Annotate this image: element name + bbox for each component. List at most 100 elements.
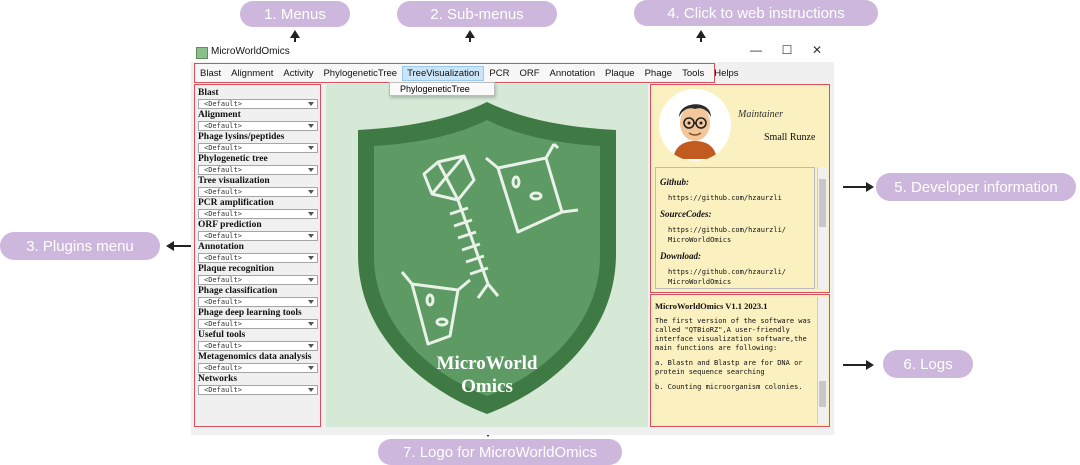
- callout-web-instructions: 4. Click to web instructions: [634, 0, 878, 26]
- avatar: [659, 89, 731, 161]
- source-label: SourceCodes:: [660, 209, 712, 219]
- plugin-select-value: <Default>: [204, 320, 242, 328]
- menu-pcr[interactable]: PCR: [484, 66, 514, 81]
- app-window: MicroWorldOmics — ☐ ✕ Blast Alignment Ac…: [191, 42, 834, 435]
- log-version: MicroWorldOmics V1.1 2023.1: [655, 301, 768, 311]
- arrow-developer: [843, 186, 867, 188]
- download-link[interactable]: https://github.com/hzaurzli/ MicroWorldO…: [660, 267, 810, 287]
- window-title: MicroWorldOmics: [211, 46, 290, 57]
- arrow-plugins: [174, 245, 192, 247]
- scroll-thumb[interactable]: [819, 179, 826, 227]
- plugin-select-value: <Default>: [204, 100, 242, 108]
- plugin-title-networks: Networks: [198, 374, 238, 384]
- log-paragraph-3: b. Counting microorganism colonies.: [655, 383, 803, 391]
- callout-submenus: 2. Sub-menus: [397, 1, 557, 27]
- plugin-select-value: <Default>: [204, 144, 242, 152]
- plugin-select-phage-lysins[interactable]: <Default>: [198, 143, 318, 153]
- logo-text-line2: Omics: [461, 376, 513, 397]
- menu-blast[interactable]: Blast: [195, 66, 226, 81]
- plugin-select-annotation[interactable]: <Default>: [198, 253, 318, 263]
- source-link[interactable]: https://github.com/hzaurzli/ MicroWorldO…: [660, 225, 810, 245]
- plugin-select-orf[interactable]: <Default>: [198, 231, 318, 241]
- chevron-down-icon: [308, 256, 314, 260]
- menu-helps[interactable]: Helps: [709, 66, 743, 81]
- menu-tools[interactable]: Tools: [677, 66, 709, 81]
- download-label: Download:: [660, 251, 702, 261]
- developer-scrollbar[interactable]: [817, 167, 827, 289]
- title-bar: MicroWorldOmics — ☐ ✕: [191, 42, 834, 62]
- log-text: MicroWorldOmics V1.1 2023.1 The first ve…: [655, 298, 815, 425]
- logs-scrollbar[interactable]: [817, 297, 827, 424]
- scroll-thumb[interactable]: [819, 381, 826, 407]
- chevron-down-icon: [308, 278, 314, 282]
- menu-plaque[interactable]: Plaque: [600, 66, 640, 81]
- menu-phylogenetic-tree[interactable]: PhylogeneticTree: [318, 66, 402, 81]
- plugin-title-metagenomics: Metagenomics data analysis: [198, 352, 312, 362]
- submenu-item-phylogenetic-tree[interactable]: PhylogeneticTree: [400, 84, 470, 94]
- plugin-select-blast[interactable]: <Default>: [198, 99, 318, 109]
- plugin-select-value: <Default>: [204, 166, 242, 174]
- plugin-select-pcr[interactable]: <Default>: [198, 209, 318, 219]
- plugin-title-annotation: Annotation: [198, 242, 244, 252]
- plugin-title-phage-lysins: Phage lysins/peptides: [198, 132, 285, 142]
- plugin-title-pcr: PCR amplification: [198, 198, 274, 208]
- developer-panel: Maintainer Small Runze Github: https://g…: [650, 84, 830, 293]
- logo-area: MicroWorld Omics: [326, 84, 648, 427]
- plugin-title-alignment: Alignment: [198, 110, 241, 120]
- maximize-button[interactable]: ☐: [779, 43, 795, 57]
- plugin-select-value: <Default>: [204, 122, 242, 130]
- menu-bar: Blast Alignment Activity PhylogeneticTre…: [194, 63, 739, 83]
- plugin-select-alignment[interactable]: <Default>: [198, 121, 318, 131]
- github-link[interactable]: https://github.com/hzaurzli: [660, 193, 810, 203]
- app-icon: [196, 47, 208, 59]
- arrow-logs: [843, 364, 867, 366]
- plugin-select-phage-classification[interactable]: <Default>: [198, 297, 318, 307]
- menu-phage[interactable]: Phage: [640, 66, 677, 81]
- chevron-down-icon: [308, 168, 314, 172]
- plugin-select-value: <Default>: [204, 254, 242, 262]
- arrowhead-logs: [866, 360, 874, 370]
- plugin-title-tree-visualization: Tree visualization: [198, 176, 270, 186]
- developer-links-box: Github: https://github.com/hzaurzli Sour…: [655, 167, 815, 289]
- plugin-select-useful-tools[interactable]: <Default>: [198, 341, 318, 351]
- arrowhead-web: [696, 30, 706, 38]
- plugin-select-value: <Default>: [204, 232, 242, 240]
- plugin-title-blast: Blast: [198, 88, 219, 98]
- menu-activity[interactable]: Activity: [278, 66, 318, 81]
- log-paragraph-1: The first version of the software was ca…: [655, 317, 811, 352]
- close-button[interactable]: ✕: [809, 43, 825, 57]
- chevron-down-icon: [308, 388, 314, 392]
- chevron-down-icon: [308, 146, 314, 150]
- callout-developer-info: 5. Developer information: [876, 173, 1076, 201]
- chevron-down-icon: [308, 366, 314, 370]
- plugin-select-value: <Default>: [204, 210, 242, 218]
- arrowhead-plugins: [166, 241, 174, 251]
- plugin-title-orf: ORF prediction: [198, 220, 262, 230]
- plugin-select-phylogenetic-tree[interactable]: <Default>: [198, 165, 318, 175]
- plugin-title-plaque-recognition: Plaque recognition: [198, 264, 275, 274]
- menu-alignment[interactable]: Alignment: [226, 66, 278, 81]
- minimize-button[interactable]: —: [748, 43, 764, 57]
- callout-menus: 1. Menus: [240, 1, 350, 27]
- logs-panel: MicroWorldOmics V1.1 2023.1 The first ve…: [650, 294, 830, 427]
- arrowhead-menus: [290, 30, 300, 38]
- chevron-down-icon: [308, 102, 314, 106]
- log-paragraph-2: a. Blastn and Blastp are for DNA or prot…: [655, 359, 803, 376]
- chevron-down-icon: [308, 124, 314, 128]
- chevron-down-icon: [308, 190, 314, 194]
- plugin-select-plaque-recognition[interactable]: <Default>: [198, 275, 318, 285]
- plugin-select-phage-deep-learning[interactable]: <Default>: [198, 319, 318, 329]
- plugin-select-metagenomics[interactable]: <Default>: [198, 363, 318, 373]
- menu-orf[interactable]: ORF: [514, 66, 544, 81]
- plugin-select-tree-visualization[interactable]: <Default>: [198, 187, 318, 197]
- plugin-title-phage-deep-learning: Phage deep learning tools: [198, 308, 302, 318]
- menu-tree-visualization[interactable]: TreeVisualization: [402, 65, 485, 81]
- plugin-select-value: <Default>: [204, 342, 242, 350]
- arrowhead-developer: [866, 182, 874, 192]
- menu-annotation[interactable]: Annotation: [545, 66, 600, 81]
- logo-text-line1: MicroWorld: [437, 353, 538, 374]
- plugin-select-value: <Default>: [204, 364, 242, 372]
- plugin-select-value: <Default>: [204, 298, 242, 306]
- plugin-select-networks[interactable]: <Default>: [198, 385, 318, 395]
- arrowhead-submenus: [465, 30, 475, 38]
